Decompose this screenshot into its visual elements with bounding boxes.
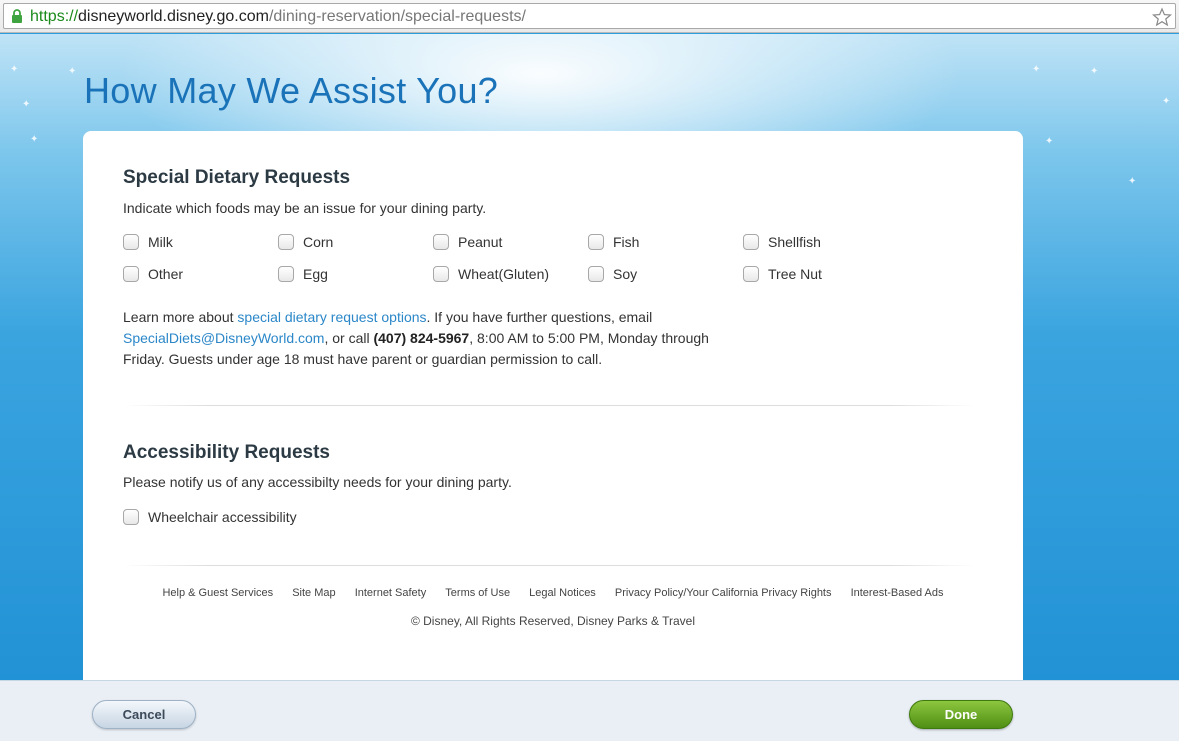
- checkbox-label: Milk: [148, 234, 173, 250]
- phone-number: (407) 824-5967: [373, 330, 470, 346]
- checkbox-peanut[interactable]: Peanut: [433, 232, 502, 252]
- checkbox-label: Wheelchair accessibility: [148, 509, 297, 525]
- checkbox-box[interactable]: [123, 509, 139, 525]
- checkbox-label: Fish: [613, 234, 640, 250]
- checkbox-corn[interactable]: Corn: [278, 232, 333, 252]
- sparkle-decoration: ✦: [22, 99, 31, 110]
- checkbox-label: Egg: [303, 266, 328, 282]
- checkbox-box[interactable]: [123, 234, 139, 250]
- requests-card: Special Dietary Requests Indicate which …: [83, 131, 1023, 691]
- checkbox-soy[interactable]: Soy: [588, 264, 637, 284]
- copyright-text: © Disney, All Rights Reserved, Disney Pa…: [410, 614, 696, 628]
- url-scheme: https://: [30, 8, 79, 25]
- checkbox-label: Wheat(Gluten): [458, 266, 550, 282]
- checkbox-shellfish[interactable]: Shellfish: [743, 232, 821, 252]
- special-dietary-options-link[interactable]: special dietary request options: [237, 309, 426, 325]
- checkbox-box[interactable]: [743, 234, 759, 250]
- sparkle-decoration: ✦: [10, 64, 19, 75]
- checkbox-box[interactable]: [278, 234, 294, 250]
- checkbox-wheelchair[interactable]: Wheelchair accessibility: [123, 507, 297, 527]
- cancel-button[interactable]: Cancel: [92, 700, 196, 729]
- accessibility-section-description: Please notify us of any accessibilty nee…: [123, 474, 512, 490]
- dietary-section-description: Indicate which foods may be an issue for…: [123, 200, 487, 216]
- checkbox-tree-nut[interactable]: Tree Nut: [743, 264, 822, 284]
- checkbox-label: Tree Nut: [768, 266, 822, 282]
- email-link[interactable]: SpecialDiets@DisneyWorld.com: [123, 330, 324, 346]
- checkbox-box[interactable]: [433, 266, 449, 282]
- checkbox-label: Other: [148, 266, 184, 282]
- checkbox-milk[interactable]: Milk: [123, 232, 173, 252]
- footer-link-internet-safety[interactable]: Internet Safety: [355, 587, 427, 599]
- bookmark-star-icon[interactable]: [1152, 7, 1172, 27]
- footer-link-help[interactable]: Help & Guest Services: [162, 587, 273, 599]
- checkbox-label: Shellfish: [768, 234, 821, 250]
- checkbox-label: Soy: [613, 266, 638, 282]
- footer-divider: [123, 565, 975, 566]
- checkbox-other[interactable]: Other: [123, 264, 183, 284]
- checkbox-label: Peanut: [458, 234, 503, 250]
- accessibility-section-title: Accessibility Requests: [123, 442, 330, 463]
- sparkle-decoration: ✦: [30, 134, 39, 145]
- footer-links: Help & Guest Services Site Map Internet …: [83, 587, 1023, 599]
- checkbox-box[interactable]: [278, 266, 294, 282]
- footer-link-legal[interactable]: Legal Notices: [529, 587, 596, 599]
- section-divider: [123, 405, 975, 406]
- dietary-section-title: Special Dietary Requests: [123, 167, 351, 188]
- lock-icon: [12, 9, 22, 23]
- footer-link-interest-ads[interactable]: Interest-Based Ads: [851, 587, 944, 599]
- footer-link-privacy[interactable]: Privacy Policy/Your California Privacy R…: [615, 587, 832, 599]
- page-title: How May We Assist You?: [84, 70, 499, 111]
- url-field[interactable]: https://disneyworld.disney.go.com/dining…: [3, 3, 1176, 29]
- sparkle-decoration: ✦: [1162, 96, 1171, 107]
- checkbox-label: Corn: [303, 234, 334, 250]
- url-host: disneyworld.disney.go.com: [78, 8, 269, 25]
- sparkle-decoration: ✦: [1090, 66, 1099, 77]
- url-text: https://disneyworld.disney.go.com/dining…: [30, 8, 526, 26]
- browser-address-bar: https://disneyworld.disney.go.com/dining…: [0, 0, 1179, 33]
- sparkle-decoration: ✦: [1032, 64, 1041, 75]
- checkbox-fish[interactable]: Fish: [588, 232, 639, 252]
- dietary-info-text: Learn more about special dietary request…: [123, 307, 743, 370]
- info-text: Learn more about: [123, 309, 238, 325]
- checkbox-egg[interactable]: Egg: [278, 264, 328, 284]
- footer-link-terms[interactable]: Terms of Use: [445, 587, 510, 599]
- checkbox-box[interactable]: [433, 234, 449, 250]
- sparkle-decoration: ✦: [68, 66, 77, 77]
- info-text: , or call: [324, 330, 374, 346]
- action-bar: Cancel Done: [0, 680, 1179, 741]
- checkbox-box[interactable]: [588, 234, 604, 250]
- sparkle-decoration: ✦: [1128, 176, 1137, 187]
- url-path: /dining-reservation/special-requests/: [268, 8, 526, 25]
- checkbox-box[interactable]: [588, 266, 604, 282]
- checkbox-box[interactable]: [123, 266, 139, 282]
- info-text: . If you have further questions, email: [426, 309, 653, 325]
- done-button[interactable]: Done: [909, 700, 1013, 729]
- sparkle-decoration: ✦: [1045, 136, 1054, 147]
- footer-link-site-map[interactable]: Site Map: [292, 587, 335, 599]
- checkbox-wheat-gluten[interactable]: Wheat(Gluten): [433, 264, 549, 284]
- checkbox-box[interactable]: [743, 266, 759, 282]
